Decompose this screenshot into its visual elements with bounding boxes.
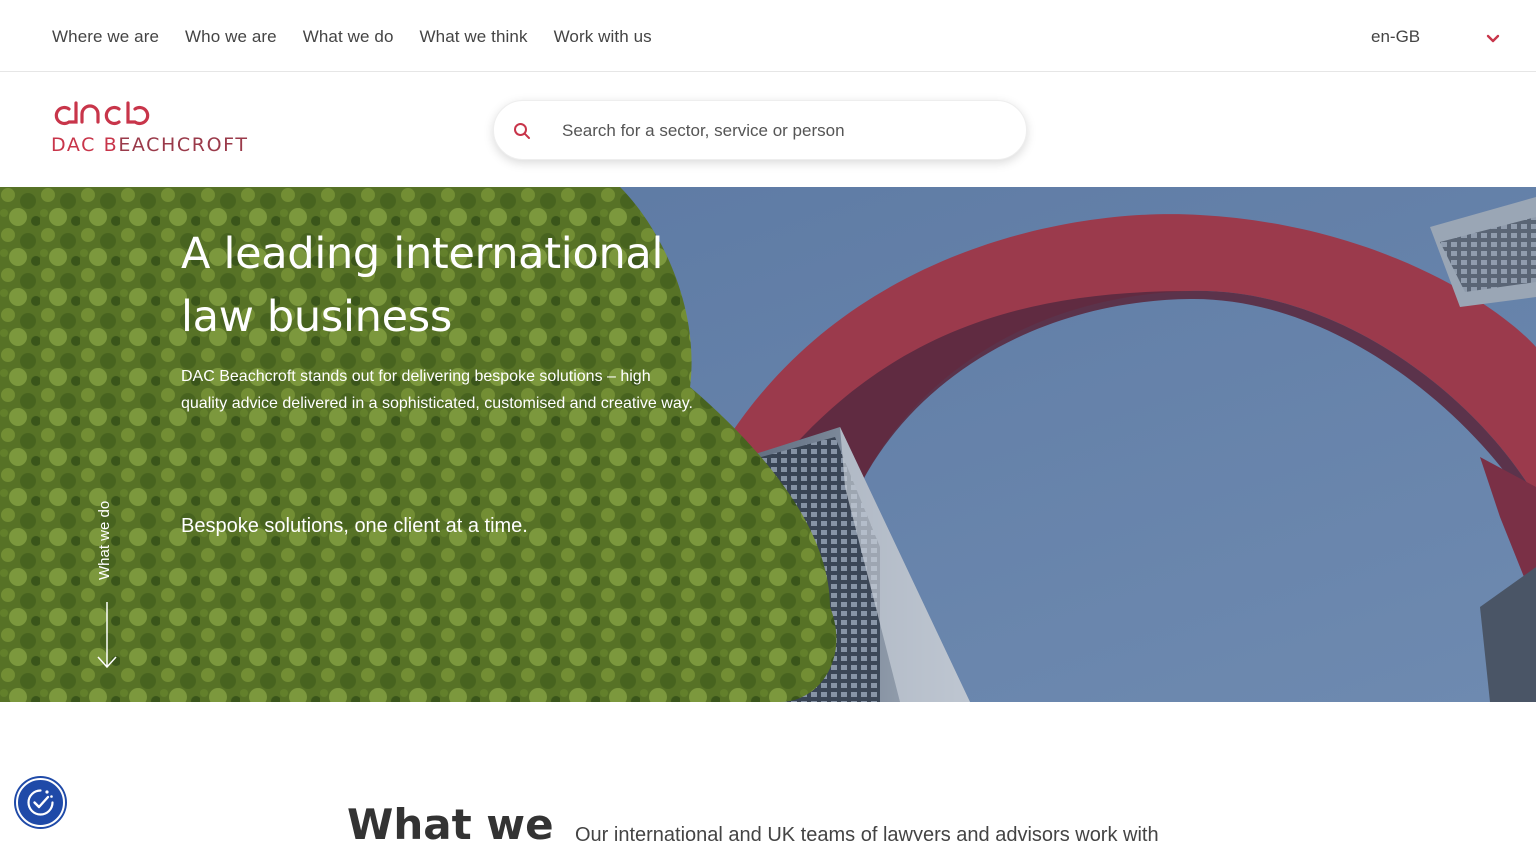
- language-selector[interactable]: en-GB: [1371, 27, 1420, 47]
- nav-link-work-with-us[interactable]: Work with us: [554, 27, 652, 47]
- search-bar[interactable]: [493, 100, 1027, 160]
- section-intro-text: Our international and UK teams of lawyer…: [575, 824, 1159, 841]
- dac-beachcroft-logo[interactable]: DAC BEACHCROFT: [51, 100, 251, 160]
- nav-link-what-we-think[interactable]: What we think: [420, 27, 528, 47]
- site-header: DAC BEACHCROFT: [0, 72, 1536, 187]
- hero-description: DAC Beachcroft stands out for delivering…: [181, 368, 693, 412]
- hero-title: A leading international law business: [181, 229, 664, 342]
- hero-banner: A leading international law business DAC…: [0, 187, 1536, 702]
- search-icon[interactable]: [512, 121, 532, 141]
- nav-link-what-we-do[interactable]: What we do: [303, 27, 394, 47]
- nav-links: Where we are Who we are What we do What …: [52, 27, 652, 47]
- search-input[interactable]: [562, 115, 1002, 147]
- chevron-down-icon[interactable]: [1485, 30, 1501, 46]
- arrow-down-icon[interactable]: [97, 602, 117, 670]
- cookie-check-icon: [27, 789, 54, 816]
- top-nav: Where we are Who we are What we do What …: [0, 0, 1536, 72]
- section-title: What we: [347, 800, 554, 841]
- hero-tagline: Bespoke solutions, one client at a time.: [181, 515, 528, 537]
- cookie-settings-button[interactable]: [16, 778, 65, 827]
- nav-link-who-we-are[interactable]: Who we are: [185, 27, 277, 47]
- logo-mark-icon: [54, 101, 150, 126]
- logo-text: DAC BEACHCROFT: [51, 134, 249, 156]
- scroll-label[interactable]: What we do: [96, 501, 113, 580]
- nav-link-where-we-are[interactable]: Where we are: [52, 27, 159, 47]
